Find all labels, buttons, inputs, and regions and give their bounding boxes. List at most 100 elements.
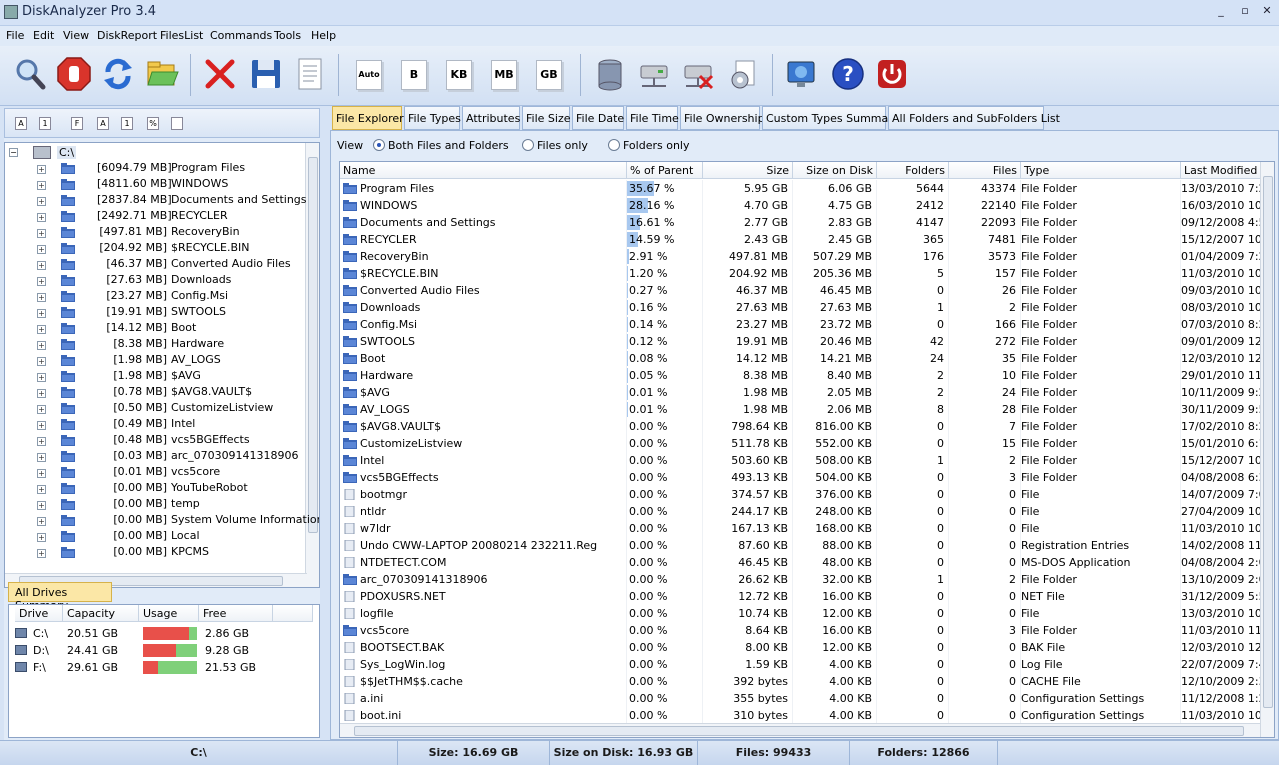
- table-row[interactable]: WINDOWS 28.16 % 4.70 GB 4.75 GB 2412 22140 Fil…: [340, 197, 1261, 214]
- expand-icon[interactable]: +: [37, 485, 46, 494]
- table-row[interactable]: w7ldr 0.00 % 167.13 KB 168.00 KB 0 0 File 11/03…: [340, 520, 1261, 537]
- col-capacity[interactable]: Capacity: [63, 605, 139, 622]
- unit-auto-button[interactable]: Auto: [356, 60, 382, 90]
- col-type[interactable]: Type: [1021, 162, 1181, 179]
- settings-icon[interactable]: [726, 56, 762, 92]
- table-row[interactable]: CustomizeListview 0.00 % 511.78 KB 552.00 K…: [340, 435, 1261, 452]
- tab-file-explorer[interactable]: File Explorer: [332, 106, 404, 130]
- expand-icon[interactable]: +: [37, 277, 46, 286]
- tree-page-button[interactable]: [171, 117, 183, 130]
- table-row[interactable]: arc_070309141318906 0.00 % 26.62 KB 32.00 K…: [340, 571, 1261, 588]
- table-row[interactable]: RecoveryBin 2.91 % 497.81 MB 507.29 MB 176 35…: [340, 248, 1261, 265]
- table-row[interactable]: vcs5core 0.00 % 8.64 KB 16.00 KB 0 3 File Fold…: [340, 622, 1261, 639]
- tree-item[interactable]: + [0.78 MB] $AVG8.VAULT$: [5, 385, 307, 401]
- tree-item[interactable]: + [0.48 MB] vcs5BGEffects: [5, 433, 307, 449]
- tree-item[interactable]: + [0.00 MB] Local: [5, 529, 307, 545]
- tree-item[interactable]: + [0.49 MB] Intel: [5, 417, 307, 433]
- table-row[interactable]: a.ini 0.00 % 355 bytes 4.00 KB 0 0 Configurati…: [340, 690, 1261, 707]
- expand-icon[interactable]: +: [37, 261, 46, 270]
- unit-b-button[interactable]: B: [401, 60, 427, 90]
- expand-icon[interactable]: +: [37, 213, 46, 222]
- expand-icon[interactable]: +: [37, 421, 46, 430]
- table-row[interactable]: $AVG 0.01 % 1.98 MB 2.05 MB 2 24 File Folder 10…: [340, 384, 1261, 401]
- expand-icon[interactable]: +: [37, 373, 46, 382]
- col-name[interactable]: Name: [340, 162, 627, 179]
- expand-icon[interactable]: +: [37, 389, 46, 398]
- tree-item[interactable]: + [2837.84 MB] Documents and Settings: [5, 193, 307, 209]
- table-row[interactable]: $$JetTHM$$.cache 0.00 % 392 bytes 4.00 KB 0 0…: [340, 673, 1261, 690]
- unit-mb-button[interactable]: MB: [491, 60, 517, 90]
- power-icon[interactable]: [874, 56, 910, 92]
- expand-icon[interactable]: +: [37, 325, 46, 334]
- expand-icon[interactable]: +: [37, 181, 46, 190]
- table-row[interactable]: vcs5BGEffects 0.00 % 493.13 KB 504.00 KB 0 3 F…: [340, 469, 1261, 486]
- table-row[interactable]: $RECYCLE.BIN 1.20 % 204.92 MB 205.36 MB 5 157…: [340, 265, 1261, 282]
- sort-number-button[interactable]: 1: [39, 117, 51, 130]
- monitor-icon[interactable]: [784, 56, 820, 92]
- table-row[interactable]: Converted Audio Files 0.27 % 46.37 MB 46.45…: [340, 282, 1261, 299]
- radio-folders-only[interactable]: Folders only: [608, 139, 690, 152]
- sort-number2-button[interactable]: 1: [121, 117, 133, 130]
- col-percent-of-parent[interactable]: % of Parent: [627, 162, 703, 179]
- search-icon[interactable]: [12, 56, 48, 92]
- minimize-button[interactable]: _: [1214, 4, 1228, 18]
- tab-custom-types-summary[interactable]: Custom Types Summary: [762, 106, 899, 130]
- table-row[interactable]: Undo CWW-LAPTOP 20080214 232211.Reg 0.00 …: [340, 537, 1261, 554]
- tree-item[interactable]: + [8.38 MB] Hardware: [5, 337, 307, 353]
- menu-tools[interactable]: Tools: [274, 29, 301, 42]
- table-row[interactable]: Hardware 0.05 % 8.38 MB 8.40 MB 2 10 File Fold…: [340, 367, 1261, 384]
- database-icon[interactable]: [592, 56, 628, 92]
- expand-icon[interactable]: +: [37, 437, 46, 446]
- table-row[interactable]: BOOTSECT.BAK 0.00 % 8.00 KB 12.00 KB 0 0 BAK F…: [340, 639, 1261, 656]
- table-row[interactable]: Config.Msi 0.14 % 23.27 MB 23.72 MB 0 166 File…: [340, 316, 1261, 333]
- col-size-on-disk[interactable]: Size on Disk: [793, 162, 877, 179]
- close-button[interactable]: ✕: [1260, 4, 1274, 18]
- table-row[interactable]: ntldr 0.00 % 244.17 KB 248.00 KB 0 0 File 27/04…: [340, 503, 1261, 520]
- table-row[interactable]: NTDETECT.COM 0.00 % 46.45 KB 48.00 KB 0 0 MS-D…: [340, 554, 1261, 571]
- disconnect-drive-icon[interactable]: [680, 56, 716, 92]
- tab-file-time[interactable]: File Time: [626, 106, 679, 130]
- expand-icon[interactable]: +: [37, 501, 46, 510]
- tree-item[interactable]: + [4811.60 MB] WINDOWS: [5, 177, 307, 193]
- save-icon[interactable]: [248, 56, 284, 92]
- menu-view[interactable]: View: [63, 29, 89, 42]
- tree-item[interactable]: + [1.98 MB] AV_LOGS: [5, 353, 307, 369]
- tree-item[interactable]: + [1.98 MB] $AVG: [5, 369, 307, 385]
- table-row[interactable]: PDOXUSRS.NET 0.00 % 12.72 KB 16.00 KB 0 0 NET …: [340, 588, 1261, 605]
- unit-kb-button[interactable]: KB: [446, 60, 472, 90]
- table-row[interactable]: Boot 0.08 % 14.12 MB 14.21 MB 24 35 File Folde…: [340, 350, 1261, 367]
- unit-gb-button[interactable]: GB: [536, 60, 562, 90]
- sort-files-button[interactable]: F: [71, 117, 83, 130]
- help-icon[interactable]: ?: [830, 56, 866, 92]
- table-row[interactable]: Downloads 0.16 % 27.63 MB 27.63 MB 1 2 File Fo…: [340, 299, 1261, 316]
- grid-vertical-scrollbar[interactable]: [1260, 162, 1274, 737]
- stop-icon[interactable]: [56, 56, 92, 92]
- tree-item[interactable]: + [0.00 MB] temp: [5, 497, 307, 513]
- menu-fileslist[interactable]: FilesList: [160, 29, 203, 42]
- tab-all-drives-summary[interactable]: All Drives Summary: [8, 582, 112, 612]
- expand-icon[interactable]: +: [37, 469, 46, 478]
- radio-both-files-folders[interactable]: Both Files and Folders: [373, 139, 509, 152]
- tab-all-folders-subfolders[interactable]: All Folders and SubFolders List: [888, 106, 1060, 130]
- expand-icon[interactable]: +: [37, 245, 46, 254]
- expand-icon[interactable]: +: [37, 229, 46, 238]
- expand-icon[interactable]: +: [37, 517, 46, 526]
- col-folders[interactable]: Folders: [877, 162, 949, 179]
- col-drive[interactable]: Drive: [15, 605, 63, 622]
- tab-file-ownership[interactable]: File Ownership: [680, 106, 765, 130]
- col-usage[interactable]: Usage: [139, 605, 199, 622]
- grid-horizontal-scrollbar[interactable]: [340, 723, 1260, 737]
- tab-file-size[interactable]: File Size: [522, 106, 570, 130]
- menu-file[interactable]: File: [6, 29, 24, 42]
- refresh-icon[interactable]: [100, 56, 136, 92]
- table-row[interactable]: boot.ini 0.00 % 310 bytes 4.00 KB 0 0 Configur…: [340, 707, 1261, 724]
- tree-item[interactable]: + [2492.71 MB] RECYCLER: [5, 209, 307, 225]
- expand-icon[interactable]: +: [37, 533, 46, 542]
- expand-icon[interactable]: +: [37, 405, 46, 414]
- open-folder-icon[interactable]: [144, 56, 180, 92]
- tab-attributes[interactable]: Attributes: [462, 106, 520, 130]
- file-list-grid[interactable]: Name % of Parent Size Size on Disk Folde…: [339, 161, 1275, 738]
- expand-icon[interactable]: +: [37, 357, 46, 366]
- expand-icon[interactable]: +: [37, 197, 46, 206]
- table-row[interactable]: Program Files 35.67 % 5.95 GB 6.06 GB 5644 43…: [340, 180, 1261, 197]
